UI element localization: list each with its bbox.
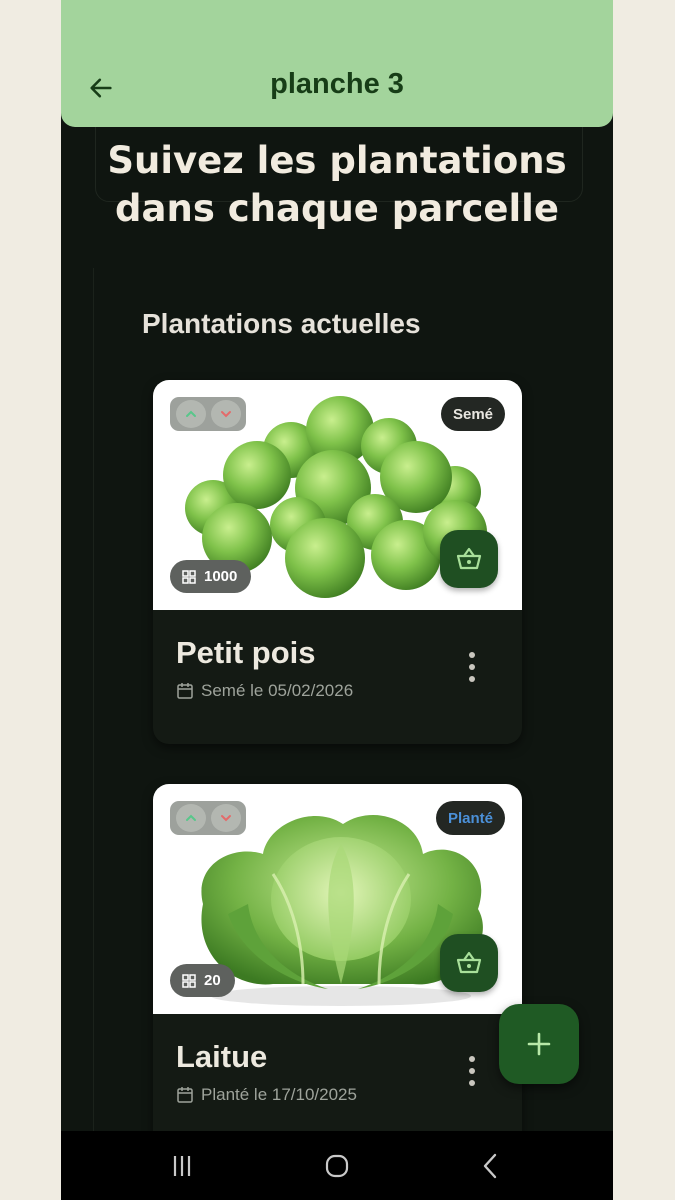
chevron-up-icon — [185, 410, 196, 417]
quantity-value: 1000 — [204, 568, 238, 585]
status-badge: Planté — [435, 801, 505, 835]
planting-name: Petit pois — [176, 635, 316, 670]
move-down-button[interactable] — [210, 804, 241, 832]
reorder-controls — [170, 397, 246, 431]
recent-apps-icon — [173, 1156, 191, 1176]
back-nav-button[interactable] — [473, 1149, 509, 1183]
quantity-pill: 20 — [170, 964, 235, 997]
recent-apps-button[interactable] — [164, 1149, 200, 1183]
grid-icon — [182, 973, 196, 988]
chevron-down-icon — [220, 815, 231, 822]
app-screen: planche 3 Suivez les plantations dans ch… — [61, 0, 613, 1200]
calendar-icon — [177, 683, 193, 699]
panel-border — [93, 268, 94, 1148]
planting-date-text: Semé le 05/02/2026 — [201, 681, 354, 700]
home-button[interactable] — [319, 1149, 355, 1183]
planting-name: Laitue — [176, 1039, 268, 1074]
plus-icon — [527, 1032, 551, 1056]
harvest-button[interactable] — [440, 530, 498, 588]
planting-card[interactable]: Planté 20 Laitue Planté le 17/10/2025 — [153, 784, 522, 1148]
hero-heading: Suivez les plantations dans chaque parce… — [61, 137, 613, 233]
calendar-icon — [177, 1087, 193, 1103]
harvest-button[interactable] — [440, 934, 498, 992]
back-nav-icon — [483, 1153, 497, 1179]
reorder-controls — [170, 801, 246, 835]
system-nav-bar — [61, 1131, 613, 1200]
add-planting-button[interactable] — [499, 1004, 579, 1084]
chevron-up-icon — [185, 814, 196, 821]
section-title: Plantations actuelles — [142, 308, 421, 339]
status-badge: Semé — [440, 397, 505, 431]
quantity-pill: 1000 — [170, 560, 252, 593]
planting-date: Semé le 05/02/2026 — [176, 681, 353, 701]
grid-icon — [182, 569, 196, 584]
quantity-value: 20 — [204, 972, 221, 989]
planting-card[interactable]: Semé 1000 Petit pois Semé le 05/02/2026 — [153, 380, 522, 744]
basket-icon — [456, 547, 482, 570]
hero-line-2: dans chaque parcelle — [115, 187, 559, 230]
more-vert-icon — [469, 652, 475, 658]
hero-line-1: Suivez les plantations — [107, 139, 567, 182]
chevron-down-icon — [220, 411, 231, 418]
planting-date-text: Planté le 17/10/2025 — [201, 1085, 357, 1104]
app-bar: planche 3 — [61, 0, 613, 127]
more-options-button[interactable] — [462, 652, 482, 682]
page-title: planche 3 — [270, 68, 404, 100]
planting-date: Planté le 17/10/2025 — [176, 1085, 357, 1105]
basket-icon — [456, 951, 482, 974]
move-up-button[interactable] — [175, 400, 206, 428]
more-vert-icon — [469, 1056, 475, 1062]
move-up-button[interactable] — [175, 804, 206, 832]
move-down-button[interactable] — [210, 400, 241, 428]
home-icon — [325, 1154, 349, 1178]
more-options-button[interactable] — [462, 1056, 482, 1086]
